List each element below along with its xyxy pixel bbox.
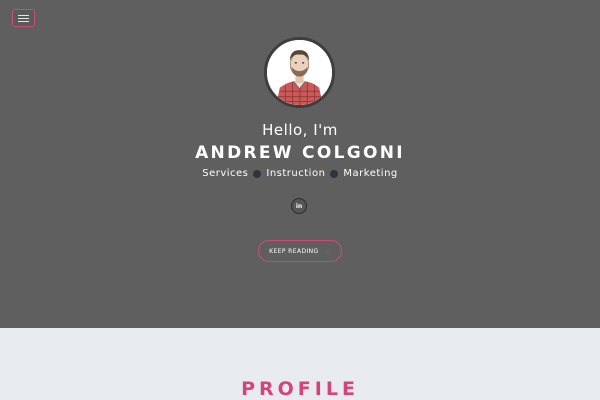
separator-dot-icon bbox=[253, 169, 262, 178]
keep-reading-button[interactable]: KEEP READING ⌄ bbox=[258, 240, 342, 262]
section-title: PROFILE bbox=[241, 378, 359, 400]
separator-dot-icon bbox=[330, 169, 339, 178]
portrait-avatar bbox=[267, 40, 332, 105]
greeting-text: Hello, I'm bbox=[262, 121, 338, 139]
avatar bbox=[264, 37, 335, 108]
service-item: Services bbox=[202, 168, 249, 179]
keep-reading-label: KEEP READING bbox=[269, 247, 319, 255]
hamburger-menu-icon bbox=[18, 14, 29, 16]
linkedin-icon[interactable]: in bbox=[291, 198, 307, 214]
service-item: Marketing bbox=[343, 168, 398, 179]
service-item: Instruction bbox=[266, 168, 326, 179]
chevron-down-icon: ⌄ bbox=[324, 246, 331, 255]
hero-section: Hello, I'm ANDREW COLGONI Services Instr… bbox=[0, 0, 600, 328]
services-list: Services Instruction Marketing bbox=[0, 168, 600, 179]
profile-section: PROFILE bbox=[0, 328, 600, 400]
menu-button[interactable] bbox=[12, 9, 35, 27]
person-name: ANDREW COLGONI bbox=[195, 143, 405, 163]
